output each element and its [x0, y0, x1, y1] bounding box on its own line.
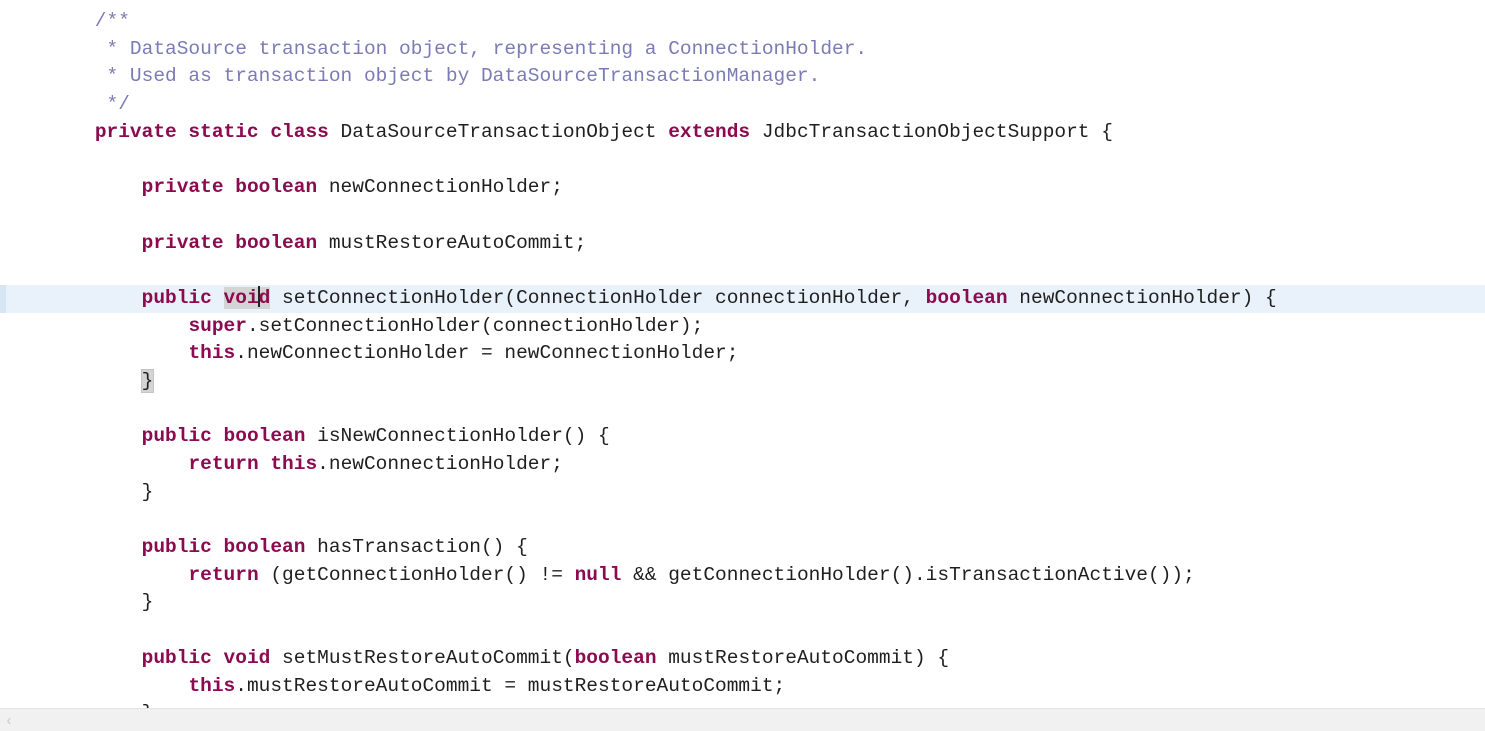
code-line[interactable] [0, 617, 1485, 645]
code-token: (getConnectionHolder() != [258, 563, 575, 586]
comment-token: * Used as transaction object by DataSour… [48, 65, 821, 88]
code-line[interactable]: * DataSource transaction object, represe… [0, 36, 1485, 64]
code-line[interactable]: /** [0, 8, 1485, 36]
code-line[interactable]: private boolean newConnectionHolder; [0, 174, 1485, 202]
code-line[interactable] [0, 506, 1485, 534]
keyword-token: extends [668, 120, 751, 143]
keyword-token: return [188, 563, 259, 586]
horizontal-scrollbar-track[interactable] [18, 709, 1485, 731]
code-token: DataSourceTransactionObject [328, 120, 669, 143]
keyword-token: public [141, 286, 212, 309]
keyword-token: private static class [94, 120, 329, 143]
selected-token[interactable]: void [223, 285, 271, 309]
code-line[interactable]: private boolean mustRestoreAutoCommit; [0, 230, 1485, 258]
code-token: mustRestoreAutoCommit) { [656, 646, 950, 669]
code-line[interactable]: public void setConnectionHolder(Connecti… [0, 284, 1485, 313]
matching-brace-highlight: } [140, 368, 155, 393]
code-line[interactable]: } [0, 589, 1485, 617]
code-token: JdbcTransactionObjectSupport { [750, 120, 1113, 143]
code-token: .setConnectionHolder(connectionHolder); [246, 314, 704, 337]
keyword-token: boolean [574, 646, 657, 669]
keyword-token: super [188, 314, 247, 337]
code-line[interactable]: super.setConnectionHolder(connectionHold… [0, 313, 1485, 341]
code-line[interactable]: } [0, 700, 1485, 708]
horizontal-scrollbar[interactable]: ‹ [0, 708, 1485, 731]
keyword-token: private boolean [141, 231, 318, 254]
code-line[interactable]: } [0, 368, 1485, 396]
code-token: .mustRestoreAutoCommit = mustRestoreAuto… [235, 674, 786, 697]
scroll-left-chevron-icon[interactable]: ‹ [0, 709, 18, 731]
code-token: .newConnectionHolder; [317, 453, 563, 475]
selected-token-text: voi [223, 286, 259, 309]
code-token: setConnectionHolder(ConnectionHolder con… [270, 286, 926, 309]
code-line[interactable]: public void setMustRestoreAutoCommit(boo… [0, 645, 1485, 673]
code-line[interactable]: } [0, 479, 1485, 507]
code-token: newConnectionHolder; [317, 176, 563, 199]
code-line[interactable]: public boolean isNewConnectionHolder() { [0, 423, 1485, 451]
code-line[interactable] [0, 396, 1485, 424]
code-line[interactable] [0, 202, 1485, 230]
code-line[interactable] [0, 146, 1485, 174]
keyword-token: public boolean [141, 425, 306, 448]
comment-token: * DataSource transaction object, represe… [48, 37, 868, 60]
code-line[interactable]: * Used as transaction object by DataSour… [0, 63, 1485, 91]
code-line[interactable]: this.newConnectionHolder = newConnection… [0, 340, 1485, 368]
keyword-token: this [188, 674, 236, 697]
code-token: } [48, 591, 154, 614]
comment-token: /** [48, 10, 130, 32]
keyword-token: private boolean [141, 176, 318, 199]
code-line[interactable]: public boolean hasTransaction() { [0, 534, 1485, 562]
code-line[interactable]: private static class DataSourceTransacti… [0, 119, 1485, 147]
code-token: && getConnectionHolder().isTransactionAc… [621, 563, 1195, 586]
code-editor[interactable]: /** * DataSource transaction object, rep… [0, 0, 1485, 731]
code-line[interactable]: */ [0, 91, 1485, 119]
keyword-token: boolean [925, 286, 1008, 309]
code-token: hasTransaction() { [305, 536, 528, 559]
keyword-token: null [574, 563, 622, 586]
comment-token: */ [48, 93, 130, 116]
code-text-area[interactable]: /** * DataSource transaction object, rep… [0, 0, 1485, 708]
keyword-token: public void [141, 646, 271, 669]
selected-token-text-tail: d [258, 286, 271, 309]
code-token: setMustRestoreAutoCommit( [270, 646, 575, 669]
code-token: .newConnectionHolder = newConnectionHold… [235, 342, 739, 365]
keyword-token: return this [188, 453, 318, 475]
code-token: isNewConnectionHolder() { [305, 425, 610, 448]
keyword-token: this [188, 342, 236, 365]
keyword-token: public boolean [141, 536, 306, 559]
code-line[interactable]: return (getConnectionHolder() != null &&… [0, 562, 1485, 590]
code-line[interactable]: return this.newConnectionHolder; [0, 451, 1485, 479]
code-line[interactable]: this.mustRestoreAutoCommit = mustRestore… [0, 673, 1485, 701]
code-token: } [48, 480, 154, 503]
code-line[interactable] [0, 257, 1485, 285]
code-token: newConnectionHolder) { [1007, 286, 1277, 309]
code-token: mustRestoreAutoCommit; [317, 231, 587, 254]
